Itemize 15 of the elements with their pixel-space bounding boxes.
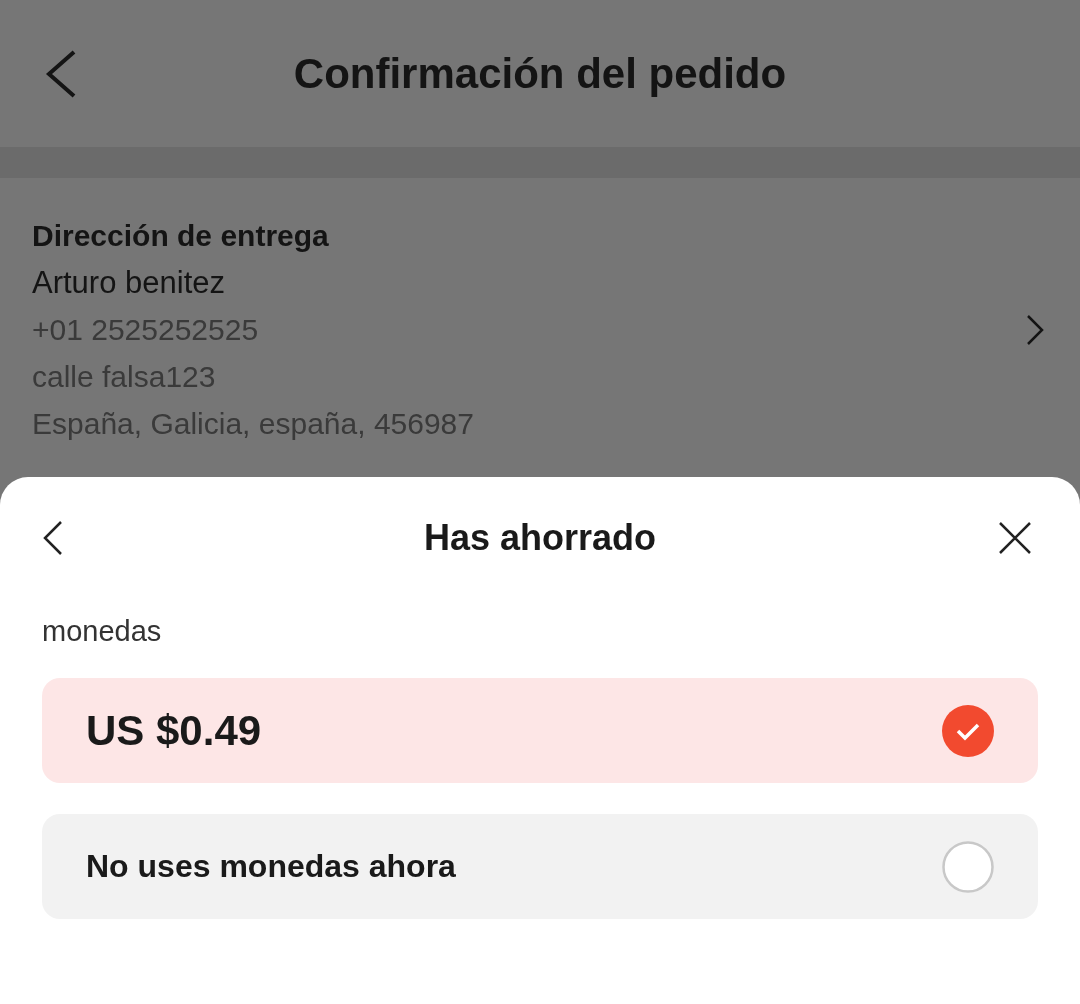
- chevron-right-icon[interactable]: [1026, 313, 1044, 346]
- address-line: +01 2525252525: [32, 312, 260, 348]
- recipient-name: Arturo benitez: [32, 264, 226, 302]
- checked-radio-icon: [942, 704, 994, 757]
- coin-option[interactable]: US $0.49: [42, 678, 1038, 783]
- section-label: monedas: [42, 615, 163, 648]
- sheet-title: Has ahorrado: [422, 517, 658, 559]
- close-icon[interactable]: [998, 521, 1032, 555]
- radio-icon: [942, 840, 994, 893]
- address-line: calle falsa123: [32, 359, 217, 395]
- coin-option[interactable]: No uses monedas ahora: [42, 814, 1038, 919]
- back-icon[interactable]: [42, 520, 64, 556]
- address-line: España, Galicia, españa, 456987: [32, 406, 475, 442]
- page-title: Confirmación del pedido: [292, 49, 788, 98]
- section-heading: Dirección de entrega: [32, 218, 330, 254]
